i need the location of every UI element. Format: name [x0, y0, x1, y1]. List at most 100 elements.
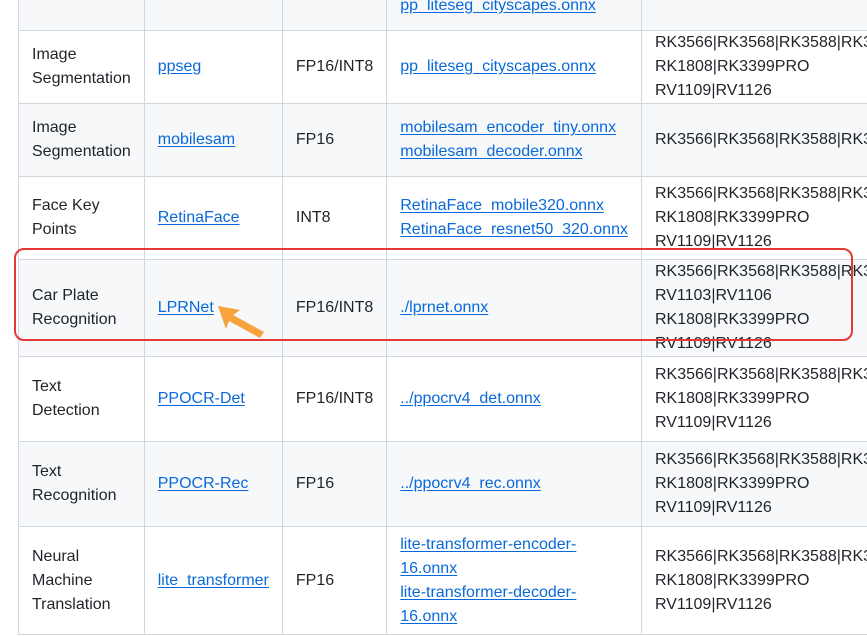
- platform-cell: RK3566|RK3568|RK3588|RK3 RK1808|RK3399PRO…: [640, 176, 867, 260]
- task-text: Translation: [32, 595, 111, 613]
- platform-text: RK3566|RK3568|RK3588|RK3: [654, 34, 867, 51]
- table-row: Text Recognition PPOCR-Rec FP16 ../ppocrv4_r…: [18, 441, 867, 527]
- model-link[interactable]: LPRNet: [158, 299, 214, 316]
- platform-text: RV1109|RV1126: [654, 595, 772, 613]
- task-text: Machine: [32, 571, 93, 589]
- dtype-text: FP16/INT8: [295, 299, 374, 316]
- platform-text: RK1808|RK3399PRO: [654, 390, 810, 407]
- table-row: Neural Machine Translation lite_transformer…: [18, 526, 867, 635]
- platform-cell: RK3566|RK3568|RK3588|RK3 RK1808|RK3399PRO…: [640, 30, 867, 104]
- task-text: Text: [32, 463, 62, 480]
- dtype-text: FP16: [295, 475, 335, 492]
- model-file-cell: pp_liteseg_cityscapes.onnx: [386, 30, 642, 104]
- task-cell: [18, 0, 145, 31]
- dtype-cell: FP16: [281, 441, 388, 527]
- model-file-link[interactable]: lite-transformer-encoder-: [400, 533, 576, 557]
- dtype-text: FP16/INT8: [295, 58, 374, 75]
- model-cell: PPOCR-Det: [143, 356, 283, 442]
- task-text: Image: [32, 46, 77, 63]
- dtype-cell: INT8: [281, 176, 388, 260]
- table-row: pp_liteseg_cityscapes.onnx: [18, 0, 867, 31]
- model-file-link[interactable]: pp_liteseg_cityscapes.onnx: [400, 55, 596, 79]
- model-file-link[interactable]: pp_liteseg_cityscapes.onnx: [400, 0, 596, 18]
- model-file-link[interactable]: ./lprnet.onnx: [400, 296, 488, 320]
- platform-text: RK3566|RK3568|RK3588|RK3: [654, 366, 867, 383]
- model-cell: RetinaFace: [143, 176, 283, 260]
- model-link[interactable]: PPOCR-Rec: [158, 475, 249, 492]
- model-link[interactable]: mobilesam: [158, 131, 235, 148]
- platform-text: RK1808|RK3399PRO: [654, 475, 810, 492]
- dtype-cell: FP16/INT8: [281, 259, 388, 357]
- platform-cell: RK3566|RK3568|RK3588|RK3 RK1808|RK3399PRO…: [640, 441, 867, 527]
- model-file-link[interactable]: 16.onnx: [400, 557, 457, 581]
- platform-cell: [640, 0, 867, 31]
- task-text: Car Plate: [32, 287, 99, 304]
- model-cell: mobilesam: [143, 103, 283, 177]
- platform-text: RV1109|RV1126: [654, 82, 772, 99]
- model-file-link[interactable]: mobilesam_decoder.onnx: [400, 140, 582, 164]
- task-text: Points: [32, 221, 77, 238]
- task-cell: Car Plate Recognition: [18, 259, 145, 357]
- table-row: Image Segmentation mobilesam FP16 mobilesam_…: [18, 103, 867, 177]
- task-text: Face Key: [32, 197, 100, 214]
- model-cell: lite_transformer: [143, 526, 283, 635]
- platform-text: RK1808|RK3399PRO: [654, 209, 810, 226]
- model-file-cell: ../ppocrv4_rec.onnx: [386, 441, 642, 527]
- platform-text: RV1109|RV1126: [654, 335, 772, 352]
- model-file-link[interactable]: 16.onnx: [400, 605, 457, 629]
- model-file-link[interactable]: RetinaFace_mobile320.onnx: [400, 194, 604, 218]
- model-link[interactable]: PPOCR-Det: [158, 390, 245, 407]
- dtype-cell: FP16/INT8: [281, 30, 388, 104]
- model-file-cell: ../ppocrv4_det.onnx: [386, 356, 642, 442]
- platform-text: RK3566|RK3568|RK3588|RK3: [654, 185, 867, 202]
- model-file-link[interactable]: ../ppocrv4_det.onnx: [400, 387, 541, 411]
- dtype-cell: FP16/INT8: [281, 356, 388, 442]
- table-row: Text Detection PPOCR-Det FP16/INT8 ../ppocrv…: [18, 356, 867, 442]
- task-cell: Image Segmentation: [18, 30, 145, 104]
- platform-text: RK1808|RK3399PRO: [654, 311, 810, 328]
- platform-text: RV1103|RV1106: [654, 287, 772, 304]
- model-zoo-table: pp_liteseg_cityscapes.onnx Image Segmentat…: [18, 0, 867, 635]
- platform-text: RK1808|RK3399PRO: [654, 58, 810, 75]
- task-text: Detection: [32, 402, 100, 419]
- platform-text: RV1109|RV1126: [654, 499, 772, 516]
- platform-cell: RK3566|RK3568|RK3588|RK3 RK1808|RK3399PRO…: [640, 356, 867, 442]
- model-link[interactable]: lite_transformer: [158, 572, 269, 589]
- platform-text: RK3566|RK3568|RK3588|RK3: [654, 263, 867, 280]
- task-text: Neural: [32, 547, 80, 565]
- platform-text: RK3566|RK3568|RK3588|RK3: [654, 547, 867, 565]
- task-cell: Neural Machine Translation: [18, 526, 145, 635]
- task-cell: Text Recognition: [18, 441, 145, 527]
- table-row: Car Plate Recognition LPRNet FP16/INT8 ./lpr…: [18, 259, 867, 357]
- table-row: Face Key Points RetinaFace INT8 RetinaFace_m…: [18, 176, 867, 260]
- model-cell: ppseg: [143, 30, 283, 104]
- model-link[interactable]: ppseg: [158, 58, 202, 75]
- platform-cell: RK3566|RK3568|RK3588|RK3 RV1103|RV1106 RK1…: [640, 259, 867, 357]
- platform-text: RK3566|RK3568|RK3588|RK3: [654, 451, 867, 468]
- dtype-text: FP16: [295, 131, 335, 148]
- model-cell: LPRNet: [143, 259, 283, 357]
- task-cell: Image Segmentation: [18, 103, 145, 177]
- dtype-cell: [281, 0, 388, 31]
- model-file-link[interactable]: mobilesam_encoder_tiny.onnx: [400, 116, 616, 140]
- model-file-cell: pp_liteseg_cityscapes.onnx: [386, 0, 642, 31]
- model-cell: [143, 0, 283, 31]
- model-file-link[interactable]: ../ppocrv4_rec.onnx: [400, 472, 541, 496]
- dtype-cell: FP16: [281, 103, 388, 177]
- platform-text: RV1109|RV1126: [654, 414, 772, 431]
- model-file-cell: ./lprnet.onnx: [386, 259, 642, 357]
- model-file-cell: RetinaFace_mobile320.onnx RetinaFace_resn…: [386, 176, 642, 260]
- platform-text: RK1808|RK3399PRO: [654, 571, 810, 589]
- table-row: Image Segmentation ppseg FP16/INT8 pp_litese…: [18, 30, 867, 104]
- model-file-link[interactable]: RetinaFace_resnet50_320.onnx: [400, 218, 628, 242]
- task-text: Segmentation: [32, 143, 131, 160]
- dtype-text: INT8: [295, 209, 331, 226]
- task-text: Recognition: [32, 311, 117, 328]
- dtype-cell: FP16: [281, 526, 388, 635]
- task-cell: Text Detection: [18, 356, 145, 442]
- model-file-link[interactable]: lite-transformer-decoder-: [400, 581, 576, 605]
- model-link[interactable]: RetinaFace: [158, 209, 240, 226]
- task-text: Recognition: [32, 487, 117, 504]
- model-file-cell: mobilesam_encoder_tiny.onnx mobilesam_dec…: [386, 103, 642, 177]
- platform-text: RV1109|RV1126: [654, 233, 772, 250]
